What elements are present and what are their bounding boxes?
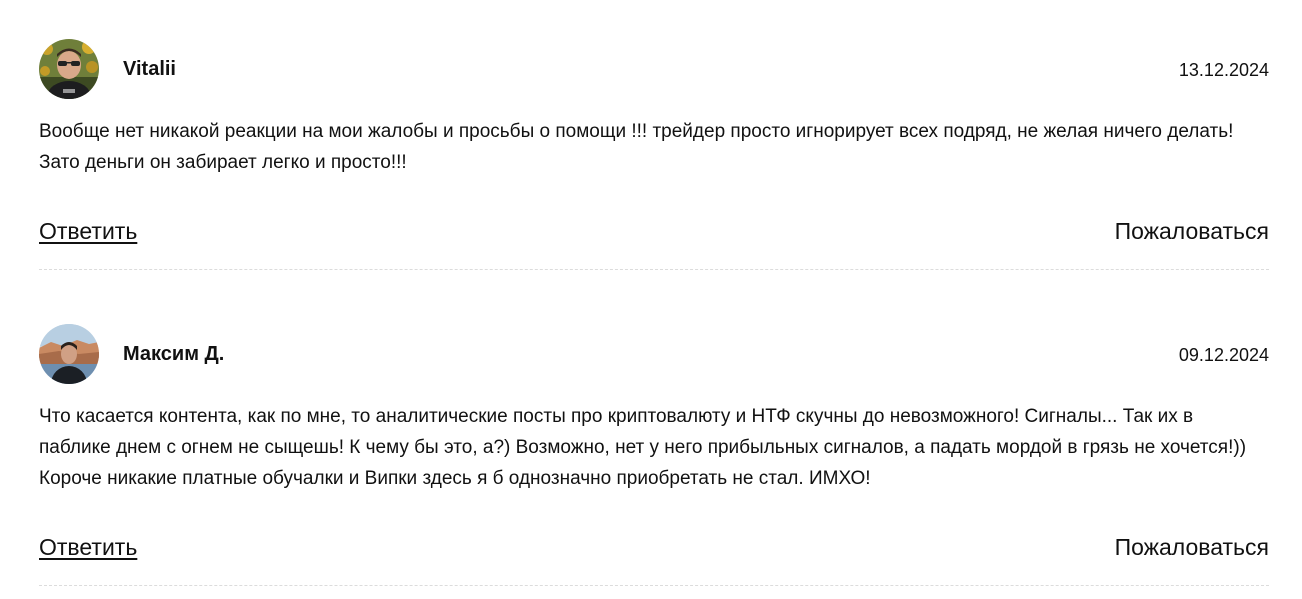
reply-link[interactable]: Ответить <box>39 216 137 246</box>
report-button[interactable]: Пожаловаться <box>1115 216 1269 246</box>
comment-text: Вообще нет никакой реакции на мои жалобы… <box>39 121 1234 173</box>
comment-actions: Ответить Пожаловаться <box>39 532 1269 562</box>
user-photo-icon <box>39 39 99 99</box>
comment-divider <box>39 269 1269 270</box>
user-photo-icon <box>39 324 99 384</box>
comment-author: Vitalii <box>123 58 176 80</box>
comment-text: Что касается контента, как по мне, то ан… <box>39 406 1247 489</box>
comment-author: Максим Д. <box>123 343 225 365</box>
comment-header: Максим Д. 09.12.2024 <box>39 324 1269 384</box>
comment-date: 13.12.2024 <box>1178 60 1269 80</box>
comment-header: Vitalii 13.12.2024 <box>39 39 1269 99</box>
comment-item: Vitalii 13.12.2024 Вообще нет никакой ре… <box>39 39 1269 270</box>
comment-divider <box>39 585 1269 586</box>
report-button[interactable]: Пожаловаться <box>1115 532 1269 562</box>
comment-date: 09.12.2024 <box>1178 345 1269 365</box>
comment-item: Максим Д. 09.12.2024 Что касается контен… <box>39 324 1269 586</box>
avatar <box>39 39 99 99</box>
avatar <box>39 324 99 384</box>
reply-link[interactable]: Ответить <box>39 532 137 562</box>
comment-actions: Ответить Пожаловаться <box>39 216 1269 246</box>
